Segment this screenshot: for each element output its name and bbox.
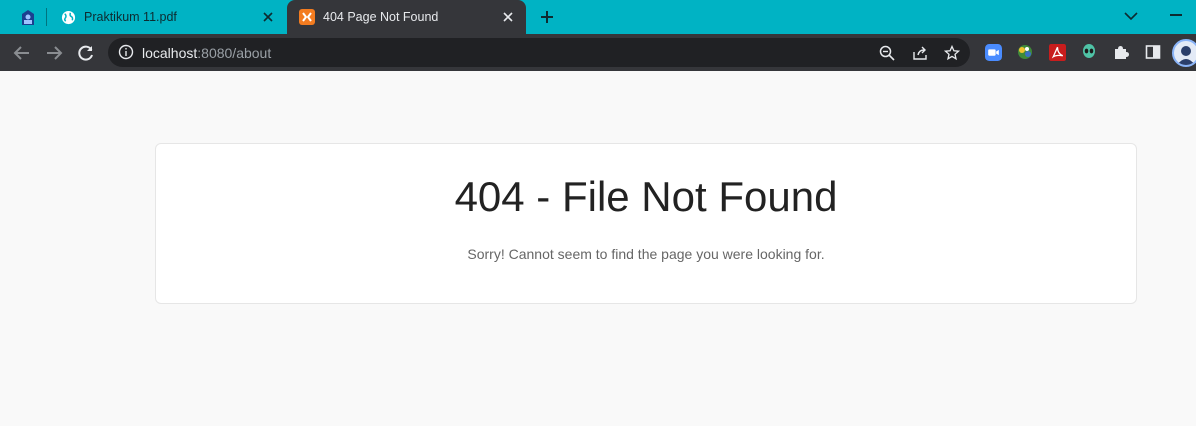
- profile-icon: [1177, 46, 1195, 65]
- tab-strip: Praktikum 11.pdf 404 Page Not Found: [0, 0, 1196, 34]
- plus-icon: [541, 11, 553, 23]
- tab-404[interactable]: 404 Page Not Found: [287, 0, 526, 34]
- error-message: Sorry! Cannot seem to find the page you …: [467, 246, 825, 262]
- xampp-icon: [299, 9, 315, 25]
- arrow-left-icon: [13, 46, 29, 60]
- error-card: 404 - File Not Found Sorry! Cannot seem …: [155, 143, 1137, 304]
- pdf-extension-icon[interactable]: [1048, 43, 1066, 61]
- pinned-site-icon: [22, 10, 34, 25]
- address-bar[interactable]: localhost:8080/about: [108, 38, 970, 67]
- globe-icon: [60, 9, 76, 25]
- new-tab-button[interactable]: [536, 6, 558, 28]
- close-icon[interactable]: [260, 9, 276, 25]
- page-viewport: 404 - File Not Found Sorry! Cannot seem …: [0, 71, 1196, 426]
- info-icon[interactable]: [118, 44, 134, 60]
- zoom-extension-icon[interactable]: [984, 43, 1002, 61]
- url-text: localhost:8080/about: [142, 45, 271, 61]
- chevron-down-icon[interactable]: [1122, 7, 1140, 25]
- zoom-icon[interactable]: [877, 43, 897, 63]
- url-path: :8080/about: [197, 45, 272, 61]
- tab-separator: [46, 8, 47, 26]
- back-button[interactable]: [9, 40, 35, 66]
- url-host: localhost: [142, 45, 198, 61]
- arrow-right-icon: [47, 46, 63, 60]
- tab-title: Praktikum 11.pdf: [84, 10, 177, 24]
- tab-title: 404 Page Not Found: [323, 10, 439, 24]
- tab-praktikum[interactable]: Praktikum 11.pdf: [48, 0, 286, 34]
- side-panel-icon[interactable]: [1144, 43, 1162, 61]
- page-title: 404 - File Not Found: [454, 173, 838, 220]
- avatar[interactable]: [1172, 39, 1196, 67]
- reload-icon: [78, 45, 93, 61]
- share-icon[interactable]: [910, 43, 930, 63]
- browser-toolbar: localhost:8080/about: [0, 34, 1196, 71]
- close-icon[interactable]: [500, 9, 516, 25]
- puzzle-icon[interactable]: [1112, 43, 1130, 61]
- star-icon[interactable]: [942, 43, 962, 63]
- color-extension-icon[interactable]: [1016, 43, 1034, 61]
- forward-button[interactable]: [41, 40, 67, 66]
- pinned-tab[interactable]: [14, 7, 42, 29]
- reload-button[interactable]: [73, 40, 99, 66]
- alien-extension-icon[interactable]: [1080, 43, 1098, 61]
- minimize-button[interactable]: [1170, 14, 1182, 16]
